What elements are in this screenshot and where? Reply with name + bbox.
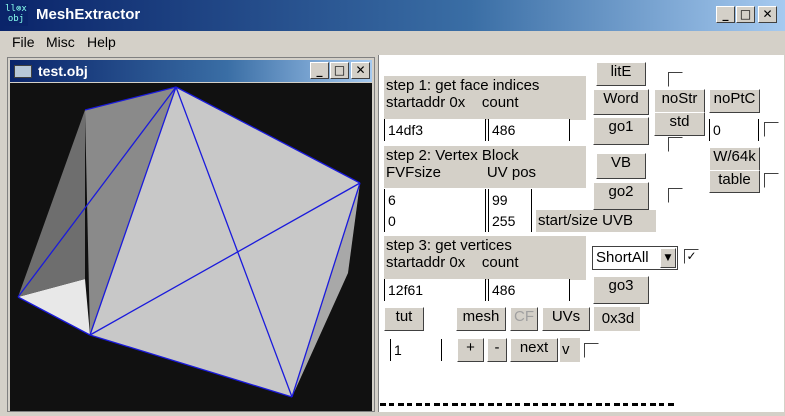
menu-file[interactable]: File <box>12 34 35 50</box>
noptc-button[interactable]: noPtC <box>709 89 760 113</box>
std-button[interactable]: std <box>654 112 705 136</box>
step2-title: step 2: Vertex Block <box>386 147 519 164</box>
step3-count-input[interactable]: 486 <box>488 279 570 301</box>
vb-button[interactable]: VB <box>596 153 646 179</box>
uvpos-input[interactable]: 99 <box>488 189 532 211</box>
lite-button[interactable]: litE <box>596 62 646 86</box>
step1-startaddr-input[interactable]: 14df3 <box>384 119 486 141</box>
maximize-button[interactable]: □ <box>736 6 755 23</box>
uvs-button[interactable]: UVs <box>542 307 590 331</box>
mesh-face <box>18 110 85 297</box>
step3-startaddr-input[interactable]: 12f61 <box>384 279 486 301</box>
step2-subtitle: FVFsize UV pos <box>386 164 537 181</box>
mesh-button[interactable]: mesh <box>456 307 506 331</box>
table-checkbox[interactable] <box>764 173 779 188</box>
title-bar: ll⊗x obj MeshExtractor _ □ ✕ <box>0 0 785 31</box>
w64k-button[interactable]: W/64k <box>709 147 760 171</box>
cf-button[interactable]: CF <box>510 307 538 331</box>
window-icon <box>14 65 32 78</box>
cropped-text-fragment <box>380 403 676 406</box>
step3-label-box: step 3: get vertices startaddr 0x count <box>384 236 586 280</box>
noptc-value-input[interactable]: 0 <box>709 119 759 141</box>
step1-label-box: step 1: get face indices startaddr 0x co… <box>384 76 586 120</box>
go3-button[interactable]: go3 <box>593 276 649 304</box>
table-button[interactable]: table <box>709 170 760 193</box>
child-minimize-button[interactable]: _ <box>310 62 329 79</box>
lite-checkbox[interactable] <box>668 72 683 87</box>
vertex-format-value: ShortAll <box>596 249 649 266</box>
step1-title: step 1: get face indices <box>386 77 540 94</box>
next-button[interactable]: next <box>510 338 558 362</box>
index-input[interactable]: 1 <box>390 339 442 361</box>
menu-misc[interactable]: Misc <box>46 34 75 50</box>
v-label: v <box>560 338 580 362</box>
step1-subtitle: startaddr 0x count <box>386 94 519 111</box>
minimize-button[interactable]: _ <box>716 6 735 23</box>
v-checkbox[interactable] <box>584 343 599 358</box>
tut-button[interactable]: tut <box>384 307 424 331</box>
child-title-bar[interactable]: test.obj _ □ ✕ <box>10 60 372 82</box>
noptc-checkbox[interactable] <box>764 122 779 137</box>
3d-viewport[interactable] <box>10 83 372 411</box>
uvb-size-input[interactable]: 255 <box>488 210 532 232</box>
mesh-viewer-window: test.obj _ □ ✕ <box>7 57 375 412</box>
child-maximize-button[interactable]: □ <box>330 62 349 79</box>
child-close-button[interactable]: ✕ <box>351 62 370 79</box>
fvfsize-input[interactable]: 6 <box>384 189 486 211</box>
vertex-format-select[interactable]: ShortAll ▼ <box>592 246 678 270</box>
window-title: MeshExtractor <box>36 6 141 23</box>
uvb-start-input[interactable]: 0 <box>384 210 486 232</box>
go1-button[interactable]: go1 <box>593 117 649 145</box>
close-button[interactable]: ✕ <box>758 6 777 23</box>
meshextractor-icon: ll⊗x obj <box>4 4 28 26</box>
menu-bar: File Misc Help <box>0 31 785 53</box>
menu-help[interactable]: Help <box>87 34 116 50</box>
mesh-render <box>17 86 361 398</box>
std-checkbox[interactable] <box>668 137 683 152</box>
minus-button[interactable]: - <box>487 338 507 362</box>
plus-button[interactable]: + <box>457 338 484 362</box>
go2-checkbox[interactable] <box>668 188 683 203</box>
step1-count-input[interactable]: 486 <box>488 119 570 141</box>
word-button[interactable]: Word <box>593 89 649 115</box>
step3-title: step 3: get vertices <box>386 237 512 254</box>
nostr-button[interactable]: noStr <box>654 89 705 113</box>
hex-value-label: 0x3d <box>594 307 640 331</box>
vertex-format-checkbox[interactable]: ✓ <box>684 249 699 264</box>
chevron-down-icon[interactable]: ▼ <box>660 248 676 268</box>
go2-button[interactable]: go2 <box>593 182 649 210</box>
step2-label-box: step 2: Vertex Block FVFsize UV pos <box>384 146 586 188</box>
child-window-title: test.obj <box>38 63 88 79</box>
obscured-status-text <box>380 403 676 412</box>
uvb-label: start/size UVB <box>536 210 656 232</box>
step3-subtitle: startaddr 0x count <box>386 254 519 271</box>
